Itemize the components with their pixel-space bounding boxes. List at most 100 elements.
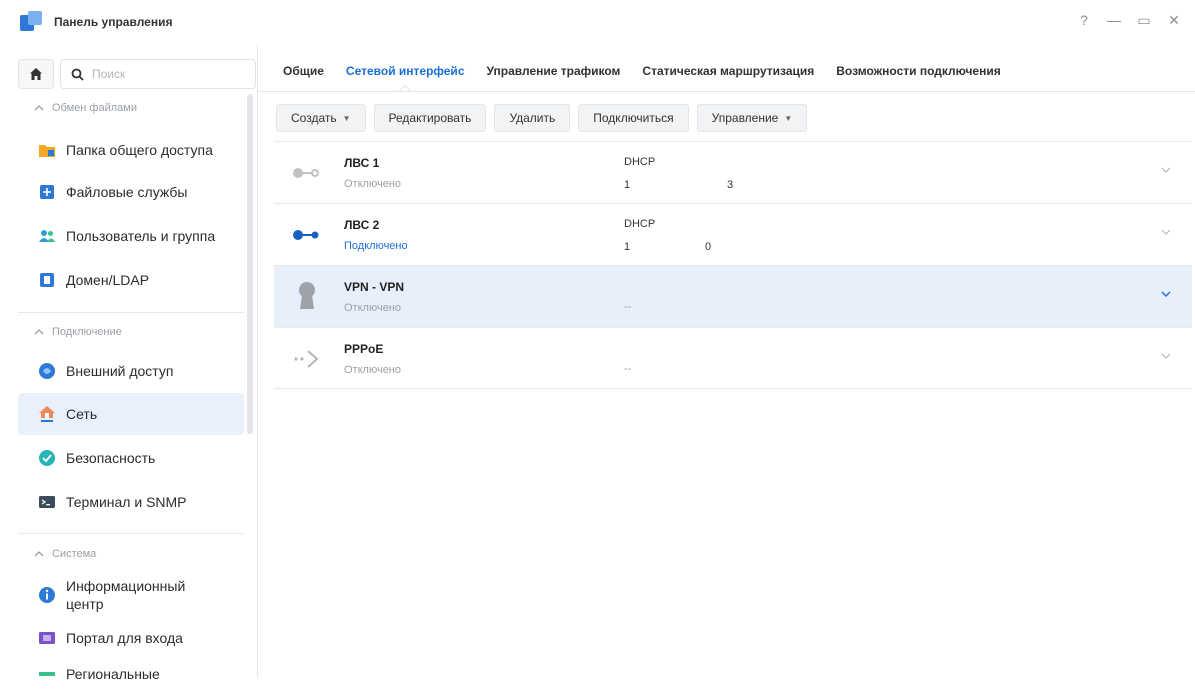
home-button[interactable]	[18, 59, 54, 89]
home-icon	[30, 68, 42, 80]
folder-icon	[38, 141, 56, 159]
search-icon	[71, 68, 84, 81]
regional-icon	[38, 665, 56, 683]
interface-ip-end: 0	[705, 241, 712, 253]
section-label: Обмен файлами	[52, 102, 137, 114]
sidebar-item-file-services[interactable]: Файловые службы	[18, 171, 244, 213]
chevron-up-icon	[34, 105, 44, 111]
sidebar-item-network[interactable]: Сеть	[18, 393, 244, 435]
interface-row-pppoe[interactable]: PPPoE Отключено --	[274, 327, 1192, 389]
interface-ip-start: 1	[624, 241, 631, 253]
sidebar-item-label: Внешний доступ	[66, 363, 174, 379]
users-icon	[38, 227, 56, 245]
chevron-down-icon[interactable]	[1160, 350, 1172, 362]
search-box[interactable]	[60, 59, 256, 89]
file-services-icon	[38, 183, 56, 201]
vpn-keyhole-icon	[290, 280, 324, 312]
interface-list: ЛВС 1 Отключено DHCP 1 3 ЛВС 2 Подключен…	[274, 141, 1192, 389]
sidebar-item-users-groups[interactable]: Пользователь и группа	[18, 215, 244, 257]
tab-static-route[interactable]: Статическая маршрутизация	[631, 44, 825, 96]
chevron-down-icon[interactable]	[1160, 226, 1172, 238]
caret-down-icon: ▼	[784, 113, 793, 123]
sidebar-item-security[interactable]: Безопасность	[18, 437, 244, 479]
window-controls: ? — ▭ ✕	[1077, 12, 1181, 29]
ethernet-disconnected-icon	[290, 160, 324, 186]
sidebar-item-label: Папка общего доступа	[66, 142, 213, 158]
interface-status: Отключено	[344, 302, 401, 314]
minimize-icon[interactable]: —	[1107, 12, 1121, 29]
sidebar-divider	[18, 533, 244, 534]
section-label: Подключение	[52, 326, 122, 338]
info-icon	[38, 586, 56, 604]
interface-address: --	[624, 363, 632, 375]
close-icon[interactable]: ✕	[1167, 12, 1181, 29]
window-title: Панель управления	[54, 15, 173, 29]
maximize-icon[interactable]: ▭	[1137, 12, 1151, 29]
sidebar-item-label: Терминал и SNMP	[66, 494, 187, 510]
section-header-system[interactable]: Система	[34, 548, 97, 560]
tab-divider	[258, 91, 1195, 92]
interface-name: PPPoE	[344, 342, 384, 356]
sidebar-item-label: Региональные	[66, 666, 160, 682]
external-access-icon	[38, 362, 56, 380]
sidebar-item-label: Информационный центр	[66, 578, 186, 612]
shield-icon	[38, 449, 56, 467]
edit-button[interactable]: Редактировать	[373, 104, 487, 132]
domain-icon	[38, 271, 56, 289]
caret-down-icon: ▼	[342, 113, 351, 123]
search-input[interactable]	[90, 66, 240, 82]
interface-row-vpn[interactable]: VPN - VPN Отключено --	[274, 265, 1192, 327]
interface-name: VPN - VPN	[344, 280, 405, 294]
sidebar-item-shared-folder[interactable]: Папка общего доступа	[18, 129, 244, 171]
section-header-file-sharing[interactable]: Обмен файлами	[34, 102, 137, 114]
sidebar-item-label: Безопасность	[66, 450, 156, 466]
sidebar-scrollbar[interactable]	[247, 94, 253, 434]
pppoe-arrow-icon	[290, 346, 324, 372]
sidebar-item-regional[interactable]: Региональные	[18, 653, 244, 695]
chevron-up-icon	[34, 551, 44, 557]
network-house-icon	[38, 405, 56, 423]
delete-button[interactable]: Удалить	[494, 104, 571, 132]
manage-label: Управление	[711, 111, 779, 125]
interface-ip-start: 1	[624, 179, 631, 191]
sidebar-item-label: Файловые службы	[66, 184, 188, 200]
interface-name: ЛВС 1	[344, 156, 380, 170]
control-panel-app-icon	[20, 11, 42, 33]
terminal-icon	[38, 493, 56, 511]
tab-network-interface[interactable]: Сетевой интерфейс	[335, 44, 476, 96]
interface-row-lan2[interactable]: ЛВС 2 Подключено DHCP 1 0	[274, 203, 1192, 265]
title-bar: Панель управления ? — ▭ ✕	[0, 0, 1195, 44]
login-portal-icon	[38, 629, 56, 647]
interface-status: Отключено	[344, 178, 401, 190]
tab-traffic-control[interactable]: Управление трафиком	[476, 44, 632, 96]
sidebar-item-label: Домен/LDAP	[66, 272, 150, 288]
sidebar-divider	[18, 312, 244, 313]
chevron-down-icon[interactable]	[1160, 164, 1172, 176]
toolbar: Создать ▼ Редактировать Удалить Подключи…	[276, 104, 808, 132]
sidebar-item-label: Пользователь и группа	[66, 228, 216, 244]
tab-bar: Общие Сетевой интерфейс Управление трафи…	[272, 44, 1012, 96]
sidebar: Обмен файлами Папка общего доступа Файло…	[0, 44, 258, 682]
section-header-connectivity[interactable]: Подключение	[34, 326, 122, 338]
interface-row-lan1[interactable]: ЛВС 1 Отключено DHCP 1 3	[274, 141, 1192, 203]
sidebar-item-terminal-snmp[interactable]: Терминал и SNMP	[18, 481, 244, 523]
interface-status: Подключено	[344, 240, 408, 252]
help-icon[interactable]: ?	[1077, 12, 1091, 29]
interface-status: Отключено	[344, 364, 401, 376]
create-label: Создать	[291, 111, 337, 125]
interface-protocol: DHCP	[624, 218, 656, 230]
sidebar-item-label: Сеть	[66, 406, 98, 422]
sidebar-item-info-center[interactable]: Информационный центр	[18, 572, 244, 618]
create-button[interactable]: Создать ▼	[276, 104, 366, 132]
interface-protocol: DHCP	[624, 156, 656, 168]
tab-connectivity[interactable]: Возможности подключения	[825, 44, 1011, 96]
chevron-down-icon[interactable]	[1160, 288, 1172, 300]
sidebar-item-label: Портал для входа	[66, 630, 183, 646]
chevron-up-icon	[34, 329, 44, 335]
tab-general[interactable]: Общие	[272, 44, 335, 96]
sidebar-item-domain-ldap[interactable]: Домен/LDAP	[18, 259, 244, 301]
manage-button[interactable]: Управление ▼	[696, 104, 808, 132]
sidebar-item-external-access[interactable]: Внешний доступ	[18, 350, 244, 392]
connect-button[interactable]: Подключиться	[578, 104, 689, 132]
section-label: Система	[52, 548, 97, 560]
